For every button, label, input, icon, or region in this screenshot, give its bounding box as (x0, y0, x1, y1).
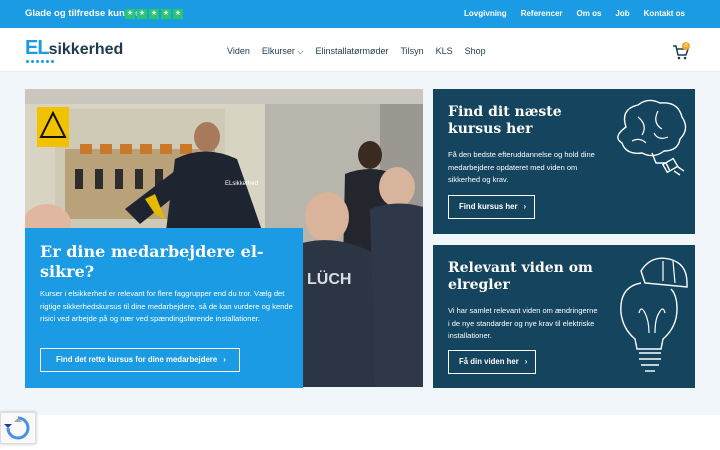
course-card: Find dit næste kursus her Få den bedste … (433, 89, 695, 234)
knowledge-card-title: Relevant viden om elregler (448, 260, 593, 293)
get-knowledge-button[interactable]: Få din viden her › (448, 350, 536, 374)
find-course-button-label: Find kursus her (459, 202, 518, 211)
top-bar: Glade og tilfredse kunder ★ ★ ★ ★ ★ Lovg… (0, 0, 720, 28)
lightbulb-helmet-icon (620, 257, 688, 372)
recaptcha-icon (4, 416, 30, 440)
chevron-right-icon: › (523, 202, 527, 211)
logo-el: EL (25, 37, 50, 59)
hero-title: Er dine medarbejdere el-sikre? (40, 242, 264, 281)
cart-count-badge: 0 (682, 42, 690, 50)
nav-item-elkurser[interactable]: Elkurser ⌵ (262, 46, 304, 57)
star-icon: ★ (173, 9, 183, 19)
top-link-job[interactable]: Job (615, 9, 629, 18)
course-card-text: Få den bedste efteruddannelse og hold di… (448, 150, 595, 184)
hero-description: Kurser i elsikkerhed er relevant for fle… (40, 289, 293, 324)
nav-item-viden[interactable]: Viden (227, 46, 250, 57)
top-link-referencer[interactable]: Referencer (521, 9, 563, 18)
star-icon: ★ (161, 9, 171, 19)
get-knowledge-button-label: Få din viden her (459, 357, 519, 366)
top-links: Lovgivning Referencer Om os Job Kontakt … (464, 9, 685, 18)
top-link-lovgivning[interactable]: Lovgivning (464, 9, 507, 18)
logo-dots (26, 60, 54, 63)
knowledge-card: Relevant viden om elregler Vi har samlet… (433, 245, 695, 388)
knowledge-card-text: Vi har samlet relevant viden om ændringe… (448, 306, 598, 340)
find-course-button[interactable]: Find kursus her › (448, 195, 535, 219)
hero-panel: Er dine medarbejdere el-sikre? Kurser i … (25, 228, 303, 388)
find-course-for-employees-button[interactable]: Find det rette kursus for dine medarbejd… (40, 348, 240, 372)
star-icon: ★ (149, 9, 159, 19)
nav-item-elinstallatormoder[interactable]: Elinstallatørmøder (315, 46, 388, 57)
course-card-title: Find dit næste kursus her (448, 104, 562, 137)
top-link-om-os[interactable]: Om os (577, 9, 602, 18)
nav-item-shop[interactable]: Shop (465, 46, 486, 57)
jacket-back-text: LÜCH (307, 269, 351, 288)
brain-plug-icon (617, 99, 687, 176)
recaptcha-badge[interactable] (0, 412, 36, 444)
customer-slogan: Glade og tilfredse kunder (25, 8, 140, 19)
main-nav: Viden Elkurser ⌵ Elinstallatørmøder Tils… (227, 46, 486, 57)
chevron-right-icon: › (524, 357, 528, 366)
logo-sikkerhed: sikkerhed (48, 41, 124, 58)
hero-button-label: Find det rette kursus for dine medarbejd… (56, 355, 218, 364)
star-icon: ★ (137, 9, 147, 19)
rating-stars: ★ ★ ★ ★ ★ (125, 9, 183, 19)
chevron-right-icon: › (223, 355, 226, 364)
nav-item-tilsyn[interactable]: Tilsyn (400, 46, 423, 57)
star-icon: ★ (125, 9, 135, 19)
jacket-logo-text: ELsikkerhed (225, 181, 258, 187)
nav-item-kls[interactable]: KLS (436, 46, 453, 57)
top-link-kontakt-os[interactable]: Kontakt os (644, 9, 685, 18)
chevron-down-icon: ⌵ (297, 47, 304, 56)
nav-item-elkurser-label: Elkurser (261, 46, 295, 56)
